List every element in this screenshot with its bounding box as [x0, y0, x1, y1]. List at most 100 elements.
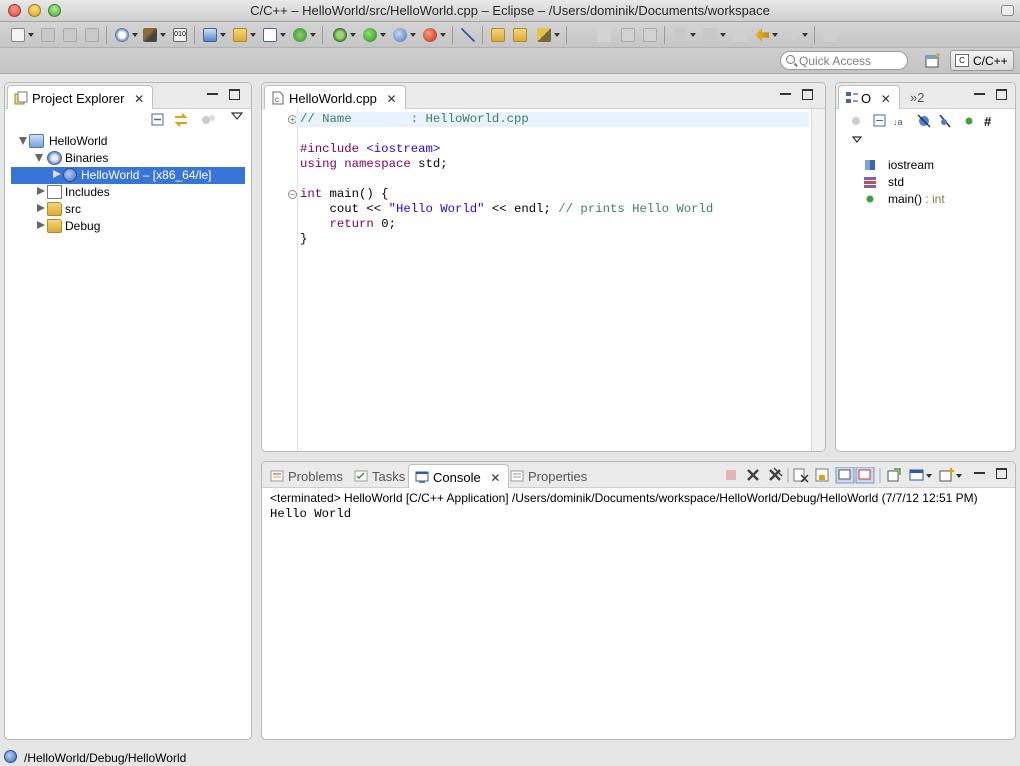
tab-outline[interactable]: O ✕ — [838, 85, 900, 109]
svg-text:c: c — [275, 95, 279, 104]
tree-item-helloworld-binary[interactable]: HelloWorld – [x86_64/le] — [11, 167, 245, 184]
new-class-icon[interactable] — [262, 26, 278, 44]
show-whitespace-icon[interactable] — [642, 26, 658, 44]
code-line: int main() { — [300, 187, 389, 202]
toggle-mark-occurrences-icon[interactable] — [596, 26, 612, 44]
external-tools-icon[interactable] — [422, 26, 438, 44]
tab-tasks[interactable]: Tasks — [348, 464, 413, 488]
collapse-fold-icon[interactable]: − — [288, 190, 297, 199]
new-source-folder-icon[interactable] — [232, 26, 248, 44]
tab-project-explorer[interactable]: Project Explorer ✕ — [7, 85, 154, 109]
perspective-cpp-button[interactable]: C C/C++ — [950, 50, 1014, 71]
toolbar-toggle-button[interactable] — [1001, 5, 1014, 16]
open-console-icon[interactable] — [939, 468, 962, 482]
focus-active-task-button[interactable] — [201, 113, 217, 131]
new-icon[interactable] — [10, 26, 26, 44]
save-all-icon[interactable] — [62, 26, 78, 44]
next-annotation-icon[interactable] — [672, 26, 688, 44]
remove-all-terminated-icon[interactable] — [769, 467, 783, 481]
collapse-all-icon[interactable] — [873, 114, 886, 127]
scroll-lock-icon[interactable] — [815, 468, 829, 482]
expand-arrow-icon[interactable] — [35, 154, 43, 162]
tree-item-src[interactable]: src — [5, 201, 251, 218]
outline-view-menu-icon[interactable] — [852, 135, 864, 145]
open-type-icon[interactable] — [490, 26, 506, 44]
debug-bug-icon[interactable] — [332, 26, 348, 44]
tab-problems[interactable]: Problems — [264, 464, 351, 488]
back-arrow-icon[interactable] — [754, 26, 770, 44]
manage-configurations-icon[interactable] — [114, 26, 130, 44]
sort-alpha-icon[interactable]: ↓a — [893, 117, 903, 127]
close-icon[interactable]: ✕ — [490, 471, 500, 485]
quick-access-field[interactable]: Quick Access — [780, 51, 908, 70]
minimize-icon[interactable] — [780, 89, 791, 95]
pin-editor-icon[interactable] — [822, 26, 838, 44]
tree-item-helloworld-project[interactable]: HelloWorld — [5, 133, 251, 150]
binary-icon[interactable]: 010 — [172, 26, 188, 44]
minimize-icon[interactable] — [974, 89, 985, 95]
hide-macros-icon[interactable]: # — [984, 114, 992, 129]
code-editor[interactable]: + − // Name : HelloWorld.cpp #include <i… — [262, 109, 825, 451]
hide-nonpublic-icon[interactable] — [965, 117, 973, 125]
new-file-icon[interactable] — [292, 26, 308, 44]
tree-item-binaries[interactable]: Binaries — [5, 150, 251, 167]
collapse-arrow-icon[interactable] — [37, 187, 45, 195]
close-icon[interactable]: ✕ — [881, 92, 891, 106]
tab-helloworld-cpp[interactable]: c HelloWorld.cpp ✕ — [264, 85, 406, 109]
run-icon[interactable] — [362, 26, 378, 44]
tree-item-debug[interactable]: Debug — [5, 218, 251, 235]
open-perspective-button[interactable] — [924, 52, 942, 70]
binaries-icon — [47, 151, 62, 165]
collapse-arrow-icon[interactable] — [53, 170, 61, 178]
string-literal: "Hello World" — [388, 202, 485, 216]
collapse-all-button[interactable] — [151, 113, 165, 131]
link-with-editor-button[interactable] — [173, 113, 189, 131]
outline-label: std — [888, 175, 905, 189]
tab-overflow[interactable]: »2 — [902, 85, 932, 109]
previous-annotation-icon[interactable] — [702, 26, 718, 44]
minimize-icon[interactable] — [207, 89, 218, 95]
remove-launch-icon[interactable] — [747, 469, 759, 481]
maximize-icon[interactable] — [229, 89, 240, 100]
collapse-arrow-icon[interactable] — [37, 204, 45, 212]
hide-static-icon[interactable] — [939, 114, 951, 128]
block-selection-icon[interactable] — [620, 26, 636, 44]
status-bar: /HelloWorld/Debug/HelloWorld — [0, 746, 1020, 766]
save-icon[interactable] — [40, 26, 56, 44]
keyword: using — [300, 157, 337, 171]
focus-task-icon[interactable] — [852, 117, 860, 125]
tab-properties[interactable]: Properties — [504, 464, 595, 488]
forward-arrow-icon[interactable] — [784, 26, 800, 44]
close-icon[interactable]: ✕ — [387, 92, 397, 106]
open-element-icon[interactable] — [512, 26, 528, 44]
last-edit-location-icon[interactable] — [732, 26, 748, 44]
expand-arrow-icon[interactable] — [19, 137, 27, 145]
tab-console[interactable]: Console ✕ — [408, 464, 510, 488]
maximize-icon[interactable] — [802, 89, 813, 100]
problems-icon — [270, 469, 284, 483]
collapse-arrow-icon[interactable] — [37, 221, 45, 229]
minimize-icon[interactable] — [974, 468, 985, 474]
maximize-icon[interactable] — [996, 89, 1007, 100]
tab-console-label: Console — [433, 470, 481, 485]
show-console-on-stderr-icon[interactable] — [855, 467, 875, 484]
tree-item-includes[interactable]: Includes — [5, 184, 251, 201]
new-cpp-project-icon[interactable] — [202, 26, 218, 44]
print-icon[interactable] — [84, 26, 100, 44]
terminate-icon[interactable] — [726, 470, 736, 480]
console-output[interactable]: Hello World — [270, 507, 351, 521]
perspective-label: C/C++ — [973, 54, 1008, 68]
profile-icon[interactable] — [392, 26, 408, 44]
build-hammer-icon[interactable] — [142, 26, 158, 44]
display-selected-console-icon[interactable] — [909, 469, 932, 481]
show-console-on-stdout-icon[interactable] — [835, 467, 855, 484]
search-flashlight-icon[interactable] — [536, 26, 552, 44]
pin-console-icon[interactable] — [887, 468, 901, 482]
skip-breakpoints-icon[interactable] — [460, 26, 476, 44]
close-icon[interactable]: ✕ — [134, 92, 144, 106]
clear-console-icon[interactable] — [793, 468, 809, 483]
maximize-icon[interactable] — [996, 468, 1007, 479]
search-icon — [786, 55, 795, 64]
view-menu-button[interactable] — [230, 110, 244, 128]
hide-fields-icon[interactable] — [917, 114, 931, 128]
